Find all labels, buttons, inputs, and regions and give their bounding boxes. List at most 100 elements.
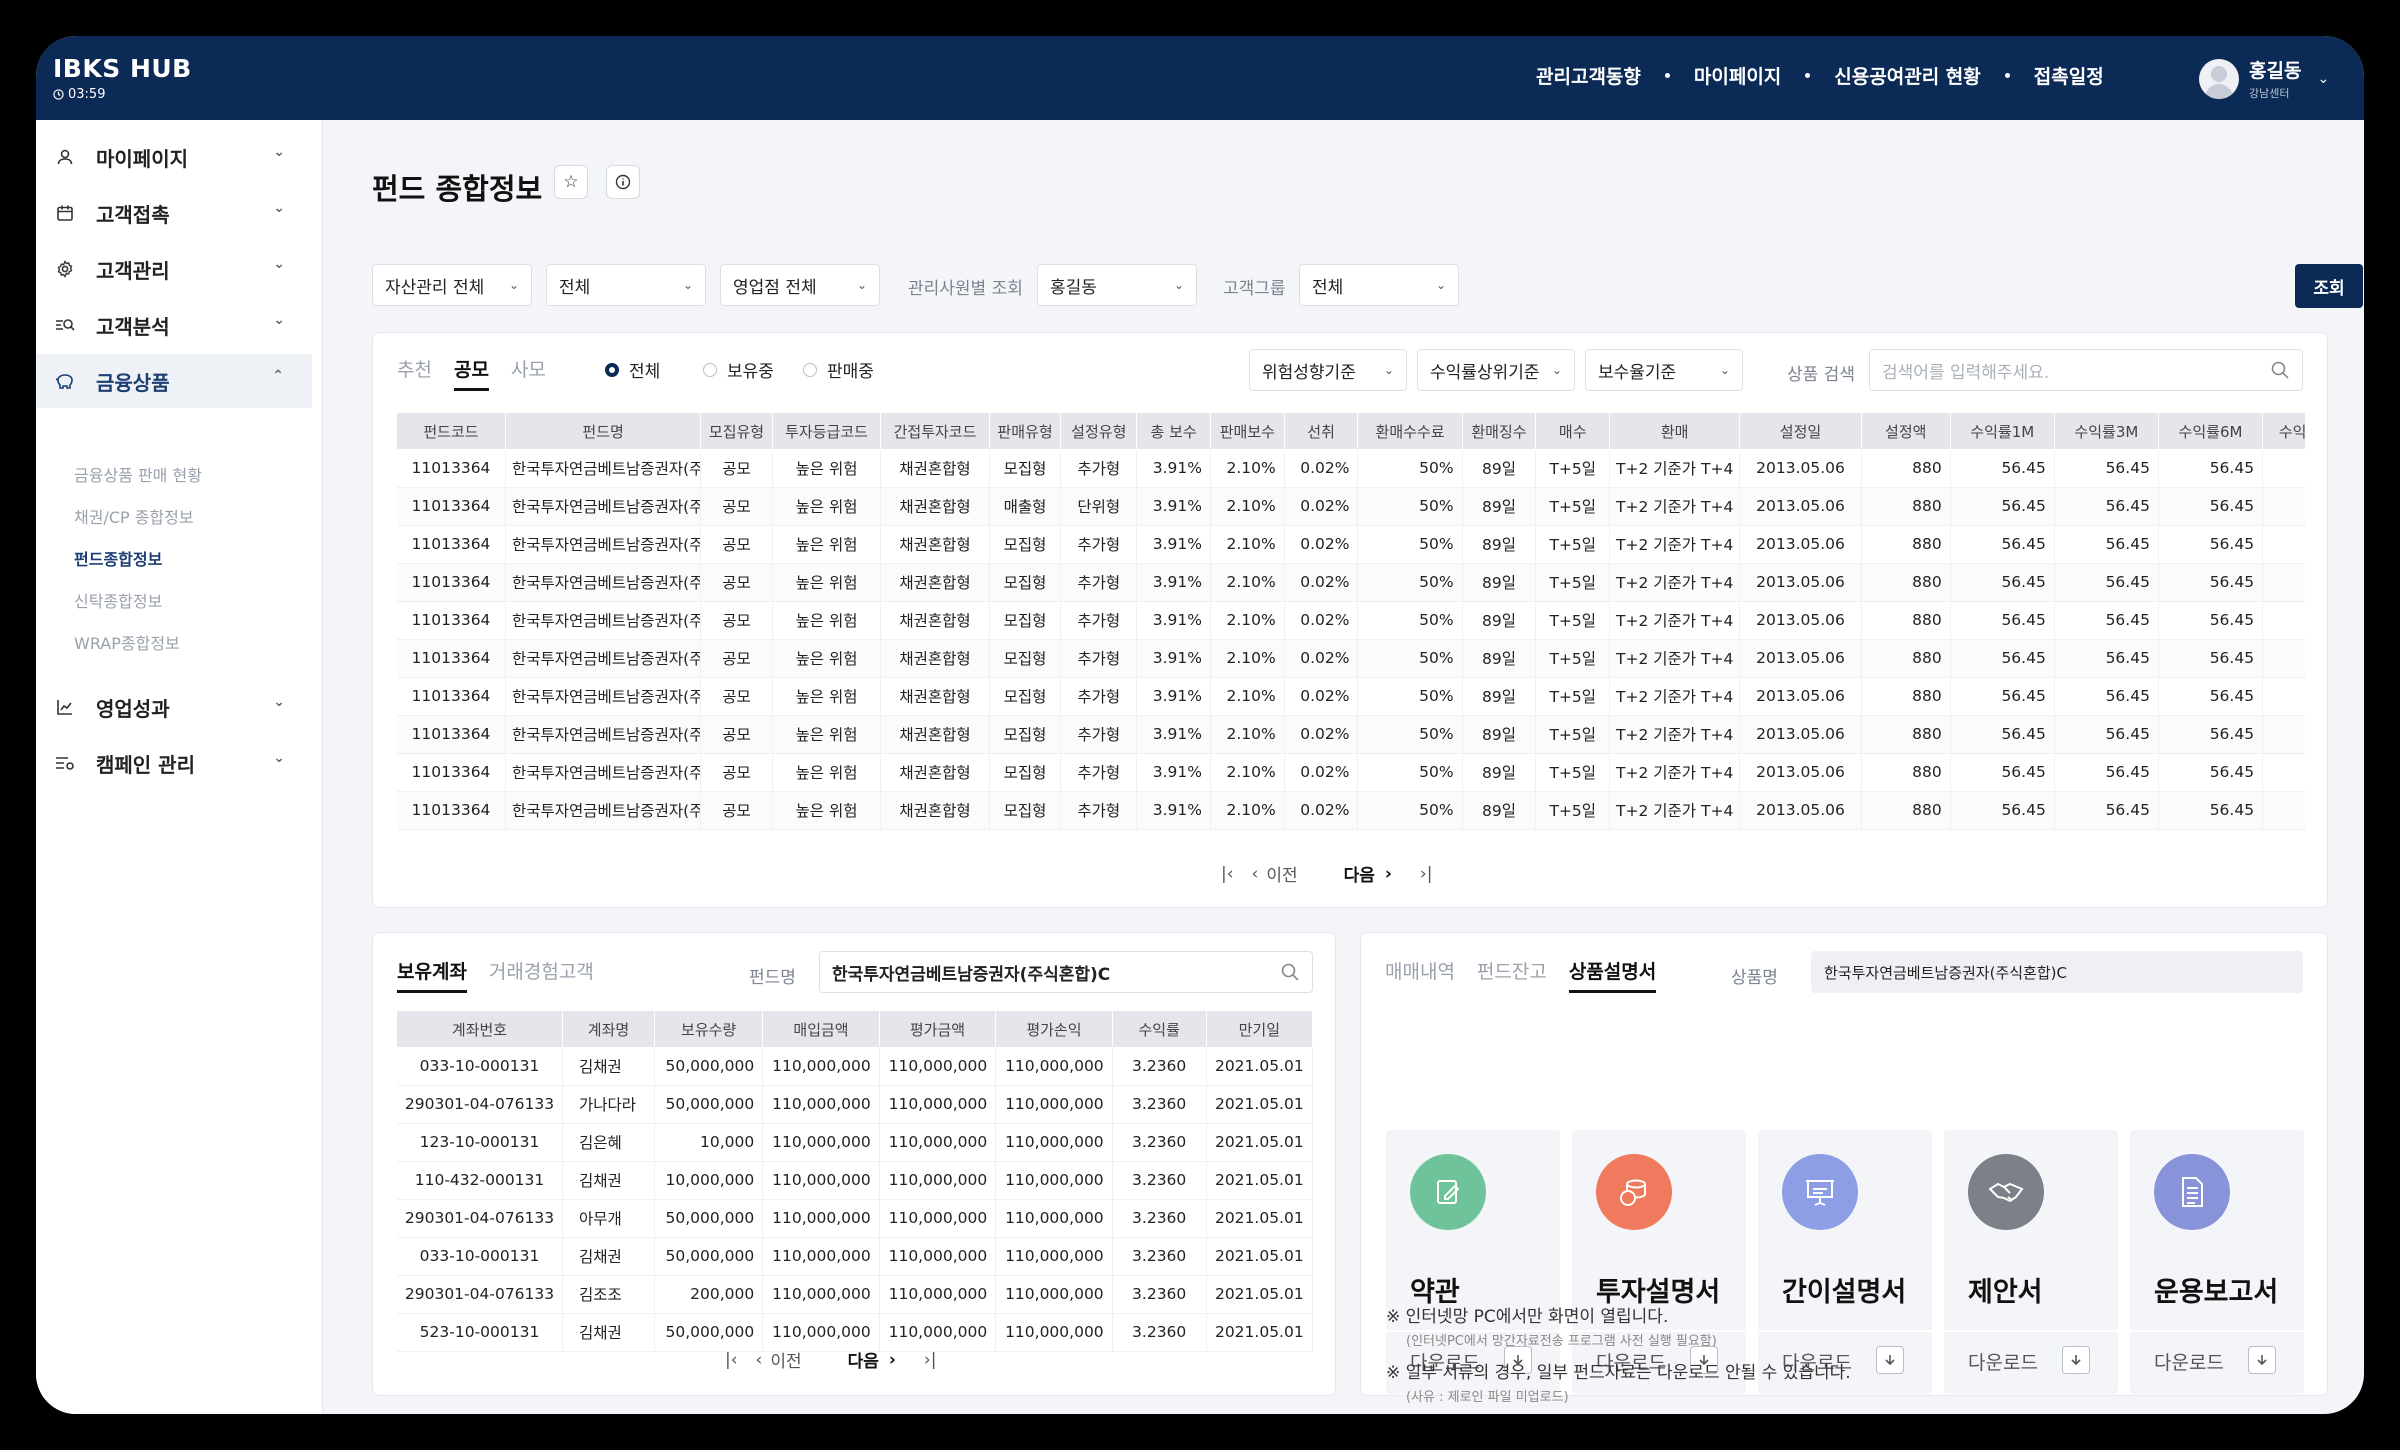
next-page-icon[interactable]: › [889, 1350, 896, 1370]
column-header[interactable]: 계좌명 [562, 1011, 655, 1047]
sidebar-item-customer-analysis[interactable]: 고객분석 ⌄ [36, 298, 323, 352]
sidebar-item-campaign[interactable]: 캠페인 관리 ⌄ [36, 736, 323, 790]
table-row[interactable]: 11013364 한국투자연금베트남증권자(주 공모 높은 위험 채권혼합형 모집형 추가형… [397, 449, 2305, 488]
download-button[interactable] [2248, 1346, 2276, 1374]
risk-sort-select[interactable]: 위험성향기준 ⌄ [1249, 349, 1407, 391]
doc-card[interactable]: 간이설명서 다운로드 [1758, 1130, 1932, 1394]
table-row[interactable]: 11013364 한국투자연금베트남증권자(주 공모 높은 위험 채권혼합형 모집형 추가형… [397, 639, 2305, 678]
column-header[interactable]: 간접투자코드 [880, 413, 990, 449]
prev-page-icon[interactable]: ‹ [756, 1350, 763, 1370]
search-icon[interactable] [1280, 962, 1300, 982]
next-page-button[interactable]: 다음 [848, 1347, 879, 1372]
table-row[interactable]: 123-10-000131 김은혜 10,000 110,000,000 110,000… [397, 1123, 1314, 1162]
column-header[interactable]: 판매유형 [989, 413, 1062, 449]
column-header[interactable]: 보유수량 [654, 1011, 764, 1047]
table-row[interactable]: 033-10-000131 김채권 50,000,000 110,000,000 110… [397, 1237, 1314, 1276]
column-header[interactable]: 만기일 [1206, 1011, 1314, 1047]
column-header[interactable]: 수익률6M [2158, 413, 2264, 449]
column-header[interactable]: 계좌번호 [397, 1011, 564, 1047]
doc-card[interactable]: 약관 다운로드 [1386, 1130, 1560, 1394]
sidebar-item-customer-management[interactable]: 고객관리 ⌄ [36, 242, 323, 296]
last-page-icon[interactable]: ›| [924, 1350, 937, 1370]
table-row[interactable]: 11013364 한국투자연금베트남증권자(주 공모 높은 위험 채권혼합형 모집형 추가형… [397, 525, 2305, 564]
doc-card[interactable]: 운용보고서 다운로드 [2130, 1130, 2304, 1394]
table-row[interactable]: 110-432-000131 김채권 10,000,000 110,000,000 11… [397, 1161, 1314, 1200]
tab-private[interactable]: 사모 [511, 355, 546, 391]
radio-holding[interactable]: 보유중 [703, 357, 774, 382]
topnav-item-contact-schedule[interactable]: 접촉일정 [2034, 62, 2104, 89]
sidebar-item-financial-products[interactable]: 금융상품 ⌃ [36, 354, 312, 408]
column-header[interactable]: 매입금액 [762, 1011, 880, 1047]
column-header[interactable]: 평가금액 [879, 1011, 997, 1047]
search-icon[interactable] [2270, 360, 2290, 380]
topnav-item-customer-trends[interactable]: 관리고객동향 [1536, 62, 1641, 89]
sidebar-item-customer-contact[interactable]: 고객접촉 ⌄ [36, 186, 323, 240]
column-header[interactable]: 수익률3M [2054, 413, 2159, 449]
radio-all[interactable]: 전체 [605, 357, 660, 382]
download-label[interactable]: 다운로드 [1968, 1348, 2038, 1375]
query-button[interactable]: 조회 [2295, 264, 2363, 308]
download-button[interactable] [2062, 1346, 2090, 1374]
column-header[interactable]: 평가손익 [995, 1011, 1113, 1047]
fee-sort-select[interactable]: 보수율기준 ⌄ [1585, 349, 1743, 391]
column-header[interactable]: 환매수수료 [1357, 413, 1463, 449]
last-page-icon[interactable]: ›| [1420, 864, 1433, 884]
table-row[interactable]: 11013364 한국투자연금베트남증권자(주 공모 높은 위험 채권혼합형 모집형 추가형… [397, 715, 2305, 754]
table-row[interactable]: 11013364 한국투자연금베트남증권자(주 공모 높은 위험 채권혼합형 모집형 추가형… [397, 791, 2305, 830]
column-header[interactable]: 투자등급코드 [772, 413, 882, 449]
sidebar-subitem-wrap-info[interactable]: WRAP종합정보 [74, 630, 180, 654]
column-header[interactable]: 판매보수 [1210, 413, 1285, 449]
sidebar-subitem-fund-info[interactable]: 펀드종합정보 [74, 546, 162, 570]
next-page-button[interactable]: 다음 [1344, 861, 1375, 886]
tab-trade-history[interactable]: 매매내역 [1385, 957, 1455, 993]
column-header[interactable]: 수익률 [2262, 413, 2305, 449]
table-row[interactable]: 11013364 한국투자연금베트남증권자(주 공모 높은 위험 채권혼합형 모집형 추가형… [397, 601, 2305, 640]
sidebar-item-mypage[interactable]: 마이페이지 ⌄ [36, 130, 323, 184]
column-header[interactable]: 펀드명 [505, 413, 702, 449]
sidebar-subitem-bond-cp[interactable]: 채권/CP 종합정보 [74, 504, 194, 528]
topnav-item-credit-status[interactable]: 신용공여관리 현황 [1834, 62, 1980, 89]
prev-page-button[interactable]: 이전 [1266, 861, 1297, 886]
column-header[interactable]: 수익률1M [1950, 413, 2055, 449]
manager-select[interactable]: 홍길동 ⌄ [1037, 264, 1197, 306]
first-page-icon[interactable]: |‹ [725, 1350, 738, 1370]
table-row[interactable]: 11013364 한국투자연금베트남증권자(주 공모 높은 위험 채권혼합형 모집형 추가형… [397, 563, 2305, 602]
download-label[interactable]: 다운로드 [2154, 1348, 2224, 1375]
tab-recommended[interactable]: 추천 [397, 355, 432, 391]
topnav-item-mypage[interactable]: 마이페이지 [1694, 62, 1781, 89]
column-header[interactable]: 선취 [1284, 413, 1359, 449]
fund-table-wrap[interactable]: 펀드코드 펀드명 모집유형 투자등급코드 간접투자코드 판매유형 설정유형 총 보수 판매보수 선… [397, 413, 2305, 831]
table-row[interactable]: 523-10-000131 김채권 50,000,000 110,000,000 110… [397, 1313, 1314, 1352]
user-menu[interactable]: 홍길동 강남센터 ⌄ [2199, 56, 2329, 101]
table-row[interactable]: 290301-04-076133 김조조 200,000 110,000,000 110… [397, 1275, 1314, 1314]
table-row[interactable]: 033-10-000131 김채권 50,000,000 110,000,000 110… [397, 1047, 1314, 1086]
tab-public[interactable]: 공모 [453, 355, 489, 391]
column-header[interactable]: 매수 [1535, 413, 1611, 449]
column-header[interactable]: 환매징수 [1462, 413, 1537, 449]
tab-product-docs[interactable]: 상품설명서 [1568, 957, 1657, 993]
table-row[interactable]: 11013364 한국투자연금베트남증권자(주 공모 높은 위험 채권혼합형 매출형 단위형… [397, 487, 2305, 526]
sidebar-subitem-sales-status[interactable]: 금융상품 판매 현황 [74, 462, 202, 486]
sidebar-subitem-trust-info[interactable]: 신탁종합정보 [74, 588, 162, 612]
table-row[interactable]: 11013364 한국투자연금베트남증권자(주 공모 높은 위험 채권혼합형 모집형 추가형… [397, 753, 2305, 792]
group-select[interactable]: 전체 ⌄ [1299, 264, 1459, 306]
column-header[interactable]: 설정일 [1739, 413, 1862, 449]
tab-holding-accounts[interactable]: 보유계좌 [397, 957, 467, 993]
tab-trade-experience[interactable]: 거래경험고객 [489, 957, 594, 993]
next-page-icon[interactable]: › [1385, 864, 1392, 884]
branch-filter-select[interactable]: 영업점 전체 ⌄ [720, 264, 880, 306]
asset-filter-select[interactable]: 자산관리 전체 ⌄ [372, 264, 532, 306]
column-header[interactable]: 펀드코드 [397, 413, 506, 449]
sidebar-item-sales-performance[interactable]: 영업성과 ⌄ [36, 680, 323, 734]
column-header[interactable]: 모집유형 [700, 413, 773, 449]
favorite-button[interactable]: ☆ [554, 165, 588, 199]
column-header[interactable]: 수익률 [1112, 1011, 1207, 1047]
doc-card[interactable]: 투자설명서 다운로드 [1572, 1130, 1746, 1394]
table-row[interactable]: 290301-04-076133 아무개 50,000,000 110,000,000… [397, 1199, 1314, 1238]
fund-name-input[interactable]: 한국투자연금베트남증권자(주식혼합)C [819, 951, 1313, 993]
column-header[interactable]: 설정유형 [1060, 413, 1138, 449]
info-button[interactable] [606, 165, 640, 199]
doc-card[interactable]: 제안서 다운로드 [1944, 1130, 2118, 1394]
tab-fund-balance[interactable]: 펀드잔고 [1477, 957, 1547, 993]
table-row[interactable]: 290301-04-076133 가나다라 50,000,000 110,000,00… [397, 1085, 1314, 1124]
